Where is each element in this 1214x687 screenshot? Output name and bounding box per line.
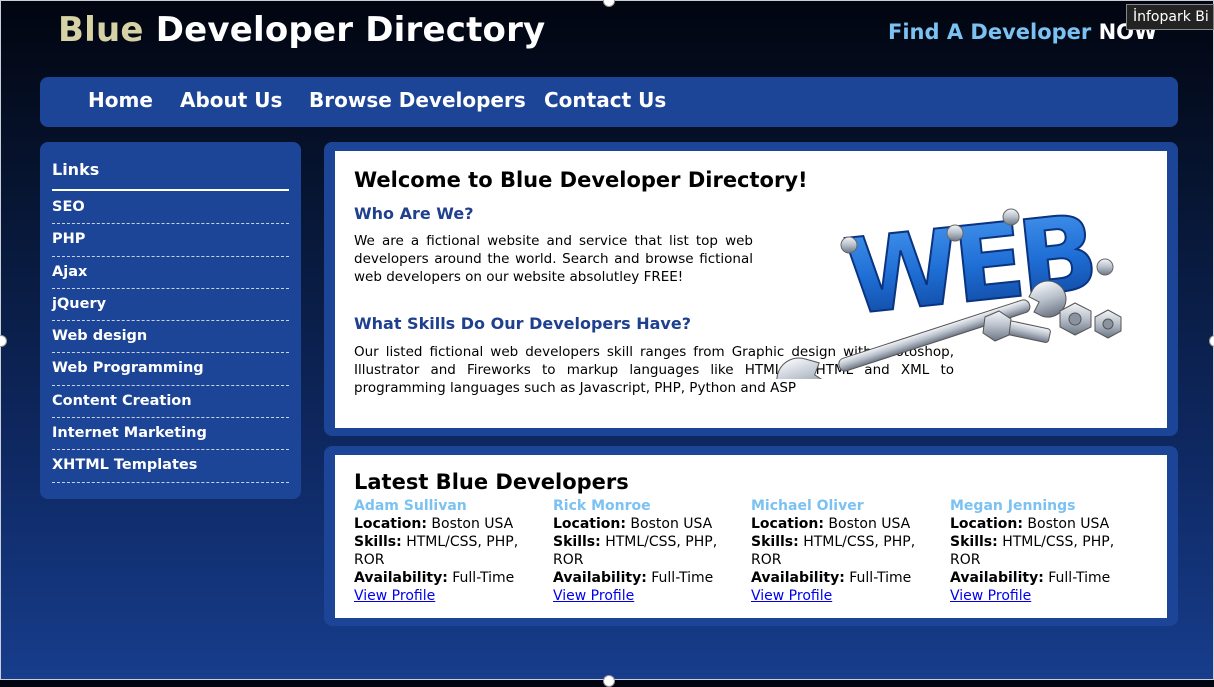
- sidebar-link-jquery[interactable]: jQuery: [52, 289, 289, 312]
- sidebar-link-web-programming[interactable]: Web Programming: [52, 353, 289, 376]
- sidebar-link-php[interactable]: PHP: [52, 224, 289, 247]
- who-heading: Who Are We?: [354, 204, 474, 223]
- sidebar-links: SEO PHP Ajax jQuery Web design Web Progr…: [52, 192, 289, 483]
- location-label: Location:: [751, 516, 824, 532]
- nav-browse-developers[interactable]: Browse Developers: [309, 88, 526, 112]
- who-text: We are a fictional website and service t…: [354, 233, 753, 285]
- sidebar-link-internet-marketing[interactable]: Internet Marketing: [52, 418, 289, 441]
- developer-skills: Skills: HTML/CSS, PHP, ROR: [950, 533, 1140, 569]
- sidebar-item-web-programming: Web Programming: [52, 353, 289, 386]
- welcome-panel: Welcome to Blue Developer Directory! Who…: [324, 142, 1178, 436]
- main-nav: Home About Us Browse Developers Contact …: [40, 77, 1178, 127]
- site-title-blue: Blue: [58, 10, 144, 50]
- sidebar-link-seo[interactable]: SEO: [52, 192, 289, 215]
- developer-name: Megan Jennings: [950, 498, 1076, 514]
- skills-label: Skills:: [354, 534, 402, 550]
- sidebar-link-content-creation[interactable]: Content Creation: [52, 386, 289, 409]
- latest-content: Latest Blue Developers Adam Sullivan Loc…: [335, 455, 1167, 618]
- skills-label: Skills:: [751, 534, 799, 550]
- location-value: Boston USA: [630, 516, 713, 532]
- developer-skills: Skills: HTML/CSS, PHP, ROR: [553, 533, 743, 569]
- sidebar-item-content-creation: Content Creation: [52, 386, 289, 419]
- sidebar-heading: Links: [52, 160, 100, 179]
- availability-label: Availability:: [553, 570, 647, 586]
- developer-name: Michael Oliver: [751, 498, 864, 514]
- skills-label: Skills:: [553, 534, 601, 550]
- latest-panel: Latest Blue Developers Adam Sullivan Loc…: [324, 446, 1178, 626]
- developer-skills: Skills: HTML/CSS, PHP, ROR: [751, 533, 941, 569]
- tagline-main: Find A Developer: [888, 20, 1092, 44]
- site-title: Blue Developer Directory: [58, 10, 545, 50]
- availability-value: Full-Time: [1048, 570, 1111, 586]
- sidebar-divider: [52, 189, 289, 191]
- nav-about-us[interactable]: About Us: [180, 88, 282, 112]
- resize-handle-right[interactable]: [1209, 335, 1214, 347]
- developer-card: Rick Monroe Location: Boston USA Skills:…: [553, 497, 743, 605]
- location-label: Location:: [553, 516, 626, 532]
- resize-handle-bottom[interactable]: [603, 675, 615, 687]
- web-image-text: WEB: [839, 191, 1097, 338]
- sidebar-link-xhtml-templates[interactable]: XHTML Templates: [52, 450, 289, 473]
- developer-location: Location: Boston USA: [553, 515, 743, 533]
- skills-heading: What Skills Do Our Developers Have?: [354, 314, 691, 333]
- sidebar: Links SEO PHP Ajax jQuery Web design Web…: [40, 142, 301, 499]
- developer-name: Adam Sullivan: [354, 498, 467, 514]
- developer-card: Megan Jennings Location: Boston USA Skil…: [950, 497, 1140, 605]
- sidebar-link-ajax[interactable]: Ajax: [52, 257, 289, 280]
- overlay-label: İnfopark Bi: [1126, 4, 1214, 30]
- developer-skills: Skills: HTML/CSS, PHP, ROR: [354, 533, 544, 569]
- nav-contact-us[interactable]: Contact Us: [544, 88, 666, 112]
- skills-label: Skills:: [950, 534, 998, 550]
- developer-availability: Availability: Full-Time: [751, 569, 941, 587]
- latest-title: Latest Blue Developers: [354, 470, 629, 494]
- developer-availability: Availability: Full-Time: [553, 569, 743, 587]
- location-value: Boston USA: [828, 516, 911, 532]
- location-label: Location:: [950, 516, 1023, 532]
- availability-label: Availability:: [354, 570, 448, 586]
- developer-availability: Availability: Full-Time: [354, 569, 544, 587]
- sidebar-item-jquery: jQuery: [52, 289, 289, 322]
- developer-availability: Availability: Full-Time: [950, 569, 1140, 587]
- developer-location: Location: Boston USA: [354, 515, 544, 533]
- site-title-rest: Developer Directory: [155, 10, 546, 50]
- availability-value: Full-Time: [452, 570, 515, 586]
- developer-card: Michael Oliver Location: Boston USA Skil…: [751, 497, 941, 605]
- sidebar-item-xhtml-templates: XHTML Templates: [52, 450, 289, 483]
- availability-label: Availability:: [751, 570, 845, 586]
- sidebar-item-internet-marketing: Internet Marketing: [52, 418, 289, 451]
- web-wrench-image: WEB: [776, 190, 1122, 379]
- welcome-title: Welcome to Blue Developer Directory!: [354, 168, 808, 192]
- view-profile-link[interactable]: View Profile: [950, 587, 1140, 605]
- sidebar-link-web-design[interactable]: Web design: [52, 321, 289, 344]
- sidebar-item-ajax: Ajax: [52, 257, 289, 289]
- availability-value: Full-Time: [651, 570, 714, 586]
- view-profile-link[interactable]: View Profile: [553, 587, 743, 605]
- sidebar-item-web-design: Web design: [52, 321, 289, 354]
- nav-home[interactable]: Home: [88, 88, 153, 112]
- view-profile-link[interactable]: View Profile: [751, 587, 941, 605]
- developer-card: Adam Sullivan Location: Boston USA Skill…: [354, 497, 544, 605]
- location-value: Boston USA: [1027, 516, 1110, 532]
- availability-value: Full-Time: [849, 570, 912, 586]
- tagline: Find A Developer NOW: [888, 20, 1157, 44]
- welcome-content: Welcome to Blue Developer Directory! Who…: [335, 151, 1167, 428]
- view-profile-link[interactable]: View Profile: [354, 587, 544, 605]
- location-label: Location:: [354, 516, 427, 532]
- sidebar-item-seo: SEO: [52, 192, 289, 225]
- developer-location: Location: Boston USA: [751, 515, 941, 533]
- developer-location: Location: Boston USA: [950, 515, 1140, 533]
- location-value: Boston USA: [431, 516, 514, 532]
- sidebar-item-php: PHP: [52, 224, 289, 257]
- availability-label: Availability:: [950, 570, 1044, 586]
- developer-name: Rick Monroe: [553, 498, 651, 514]
